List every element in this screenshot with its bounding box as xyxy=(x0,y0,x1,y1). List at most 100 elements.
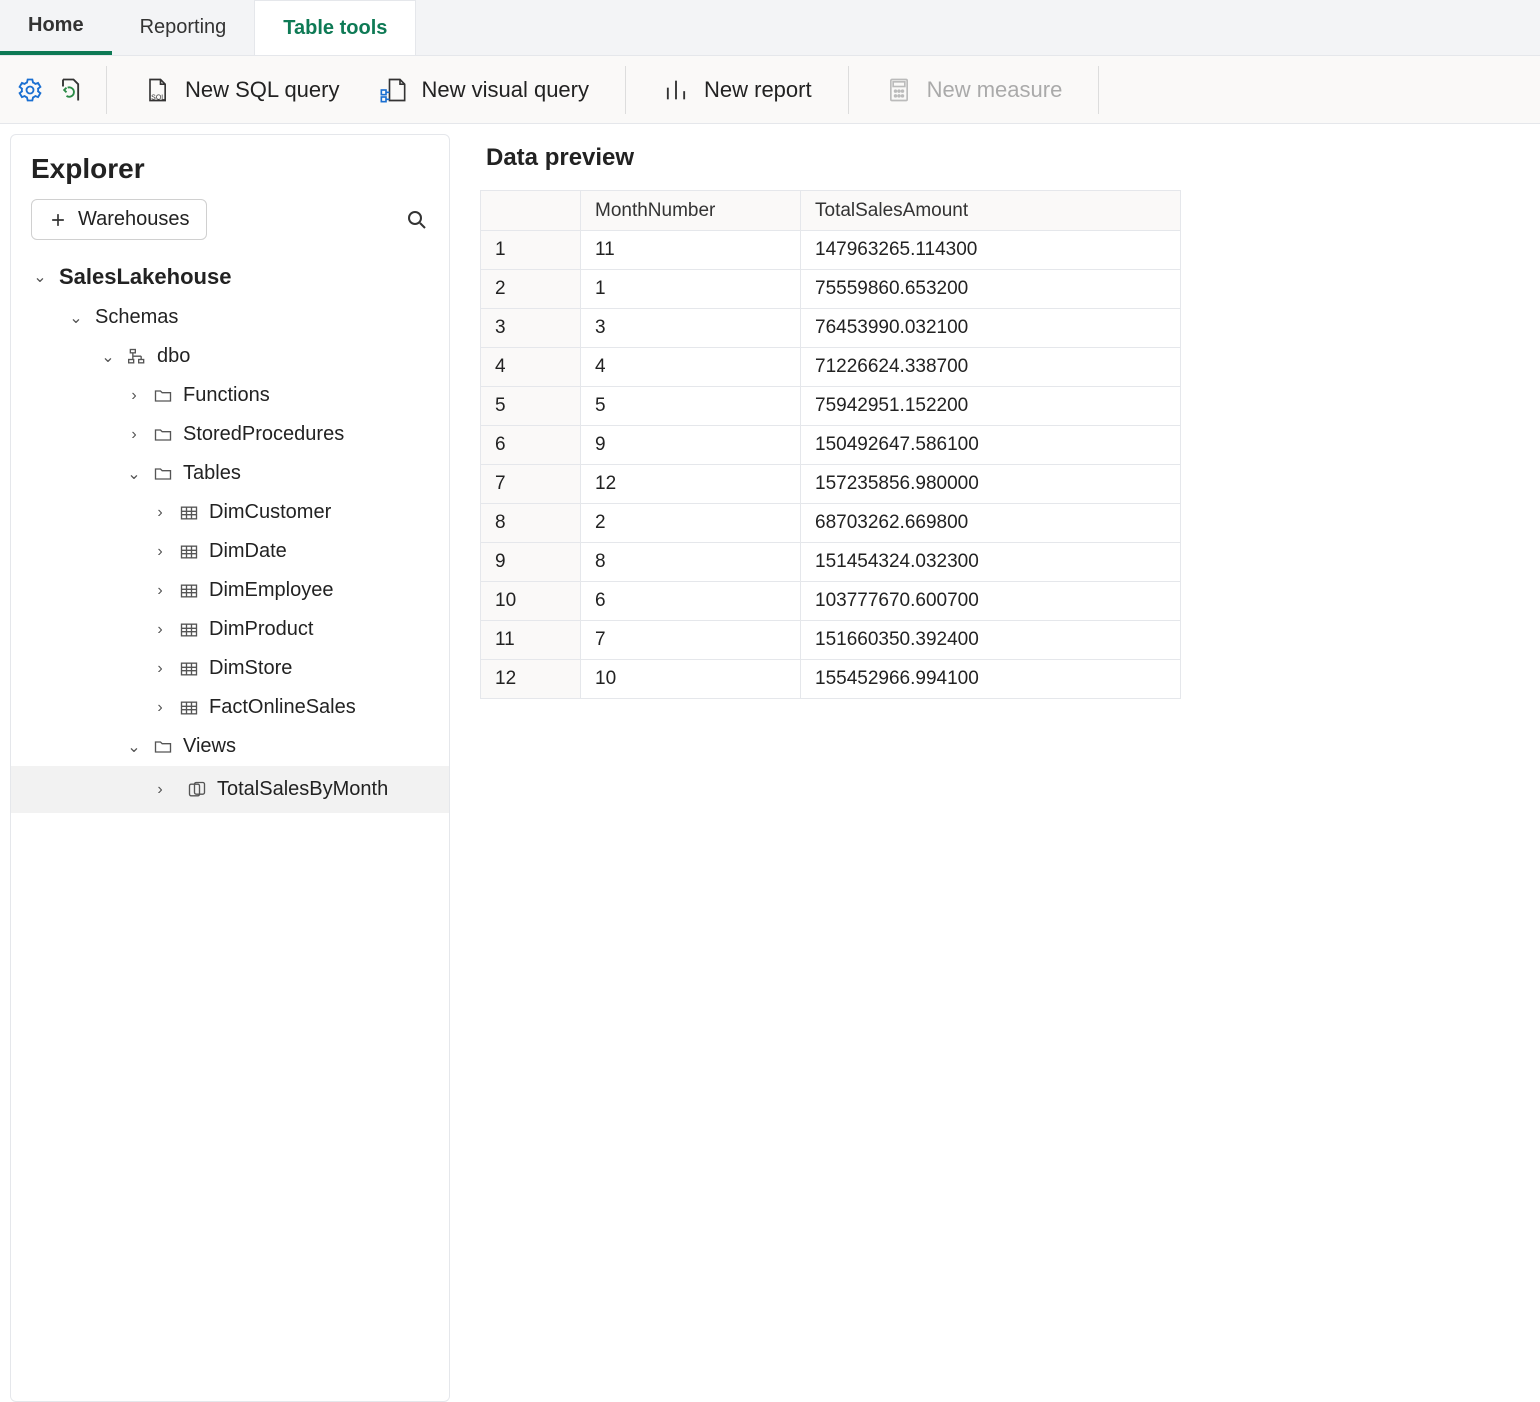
cell-totalsalesamount: 75559860.653200 xyxy=(801,270,1181,309)
tab-table-tools-label: Table tools xyxy=(283,17,387,40)
chevron-right-icon: › xyxy=(151,621,169,639)
table-row[interactable]: 11 7 151660350.392400 xyxy=(481,621,1181,660)
database-label: SalesLakehouse xyxy=(59,264,231,290)
search-icon[interactable] xyxy=(405,208,429,232)
new-sql-query-button[interactable]: SQL New SQL query xyxy=(129,68,353,112)
cell-monthnumber: 5 xyxy=(581,387,801,426)
table-row[interactable]: 12 10 155452966.994100 xyxy=(481,660,1181,699)
schema-icon xyxy=(127,347,147,367)
warehouses-label: Warehouses xyxy=(78,208,190,231)
cell-totalsalesamount: 155452966.994100 xyxy=(801,660,1181,699)
table-row[interactable]: 1 11 147963265.114300 xyxy=(481,231,1181,270)
chevron-right-icon: › xyxy=(151,660,169,678)
column-header-totalsalesamount[interactable]: TotalSalesAmount xyxy=(801,191,1181,231)
cell-monthnumber: 9 xyxy=(581,426,801,465)
table-row[interactable]: 2 1 75559860.653200 xyxy=(481,270,1181,309)
cell-totalsalesamount: 147963265.114300 xyxy=(801,231,1181,270)
new-visual-query-button[interactable]: New visual query xyxy=(365,68,603,112)
explorer-tree: ⌄ SalesLakehouse ⌄ Schemas ⌄ dbo › Funct… xyxy=(11,250,449,1401)
cell-monthnumber: 11 xyxy=(581,231,801,270)
explorer-title: Explorer xyxy=(11,135,449,199)
table-item-label: DimDate xyxy=(209,540,287,563)
warehouses-button[interactable]: Warehouses xyxy=(31,199,207,240)
chevron-right-icon: › xyxy=(125,426,143,444)
table-item-label: DimProduct xyxy=(209,618,313,641)
table-row[interactable]: 7 12 157235856.980000 xyxy=(481,465,1181,504)
cell-monthnumber: 3 xyxy=(581,309,801,348)
tab-home[interactable]: Home xyxy=(0,0,112,55)
table-row[interactable]: 10 6 103777670.600700 xyxy=(481,582,1181,621)
tree-schemas[interactable]: ⌄ Schemas xyxy=(11,298,449,337)
separator-icon xyxy=(848,66,849,114)
column-header-monthnumber[interactable]: MonthNumber xyxy=(581,191,801,231)
separator-icon xyxy=(625,66,626,114)
table-icon xyxy=(179,542,199,562)
table-icon xyxy=(179,698,199,718)
refresh-icon[interactable] xyxy=(56,76,84,104)
row-number-cell: 4 xyxy=(481,348,581,387)
tab-reporting[interactable]: Reporting xyxy=(112,0,255,55)
cell-totalsalesamount: 71226624.338700 xyxy=(801,348,1181,387)
tree-table-item[interactable]: › DimStore xyxy=(11,649,449,688)
cell-totalsalesamount: 151454324.032300 xyxy=(801,543,1181,582)
stored-procedures-label: StoredProcedures xyxy=(183,423,344,446)
table-row[interactable]: 8 2 68703262.669800 xyxy=(481,504,1181,543)
row-number-cell: 2 xyxy=(481,270,581,309)
chevron-right-icon: › xyxy=(151,699,169,717)
tree-views[interactable]: ⌄ Views xyxy=(11,727,449,766)
folder-icon xyxy=(153,386,173,406)
cell-monthnumber: 2 xyxy=(581,504,801,543)
tree-view-item[interactable]: › TotalSalesByMonth xyxy=(11,766,449,813)
tree-tables[interactable]: ⌄ Tables xyxy=(11,454,449,493)
chevron-right-icon: › xyxy=(151,781,169,799)
cell-totalsalesamount: 76453990.032100 xyxy=(801,309,1181,348)
table-icon xyxy=(179,503,199,523)
tree-functions[interactable]: › Functions xyxy=(11,376,449,415)
svg-text:SQL: SQL xyxy=(151,94,165,101)
row-number-cell: 10 xyxy=(481,582,581,621)
table-row[interactable]: 5 5 75942951.152200 xyxy=(481,387,1181,426)
functions-label: Functions xyxy=(183,384,270,407)
tree-table-item[interactable]: › FactOnlineSales xyxy=(11,688,449,727)
tables-folder-label: Tables xyxy=(183,462,241,485)
chevron-down-icon: ⌄ xyxy=(125,464,143,484)
tree-dbo[interactable]: ⌄ dbo xyxy=(11,337,449,376)
cell-monthnumber: 7 xyxy=(581,621,801,660)
cell-totalsalesamount: 151660350.392400 xyxy=(801,621,1181,660)
row-number-cell: 5 xyxy=(481,387,581,426)
table-icon xyxy=(179,659,199,679)
settings-icon[interactable] xyxy=(16,76,44,104)
tree-table-item[interactable]: › DimCustomer xyxy=(11,493,449,532)
tree-table-item[interactable]: › DimDate xyxy=(11,532,449,571)
tab-table-tools[interactable]: Table tools xyxy=(254,0,416,55)
row-number-cell: 7 xyxy=(481,465,581,504)
table-row[interactable]: 9 8 151454324.032300 xyxy=(481,543,1181,582)
tree-table-item[interactable]: › DimProduct xyxy=(11,610,449,649)
chevron-down-icon: ⌄ xyxy=(67,308,85,328)
new-measure-label: New measure xyxy=(927,77,1063,103)
chevron-right-icon: › xyxy=(151,504,169,522)
table-row[interactable]: 3 3 76453990.032100 xyxy=(481,309,1181,348)
row-number-cell: 12 xyxy=(481,660,581,699)
new-report-button[interactable]: New report xyxy=(648,68,826,112)
tab-reporting-label: Reporting xyxy=(140,16,227,39)
row-number-cell: 6 xyxy=(481,426,581,465)
tree-stored-procedures[interactable]: › StoredProcedures xyxy=(11,415,449,454)
cell-totalsalesamount: 157235856.980000 xyxy=(801,465,1181,504)
new-measure-button[interactable]: New measure xyxy=(871,68,1077,112)
ribbon-toolbar: SQL New SQL query New visual query New r… xyxy=(0,56,1540,124)
cell-monthnumber: 1 xyxy=(581,270,801,309)
tree-database[interactable]: ⌄ SalesLakehouse xyxy=(11,256,449,298)
data-preview-table: MonthNumber TotalSalesAmount 1 11 147963… xyxy=(480,190,1181,699)
table-item-label: DimEmployee xyxy=(209,579,333,602)
tree-table-item[interactable]: › DimEmployee xyxy=(11,571,449,610)
row-number-cell: 8 xyxy=(481,504,581,543)
table-item-label: DimStore xyxy=(209,657,292,680)
cell-totalsalesamount: 150492647.586100 xyxy=(801,426,1181,465)
table-row[interactable]: 6 9 150492647.586100 xyxy=(481,426,1181,465)
row-number-header[interactable] xyxy=(481,191,581,231)
views-folder-label: Views xyxy=(183,735,236,758)
table-row[interactable]: 4 4 71226624.338700 xyxy=(481,348,1181,387)
folder-icon xyxy=(153,464,173,484)
cell-totalsalesamount: 103777670.600700 xyxy=(801,582,1181,621)
